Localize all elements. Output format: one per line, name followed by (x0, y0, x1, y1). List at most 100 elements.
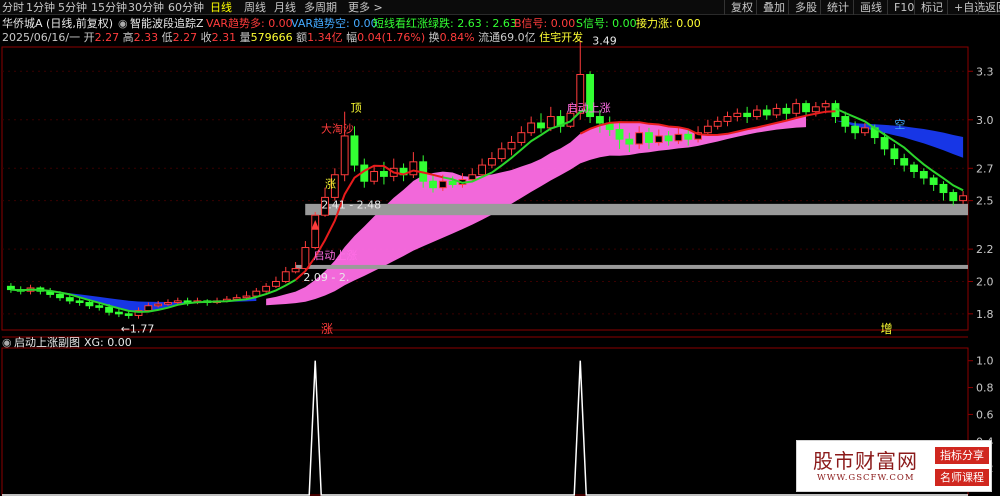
candle-body (438, 180, 447, 189)
candle-body (379, 171, 388, 177)
quote-low: 2.27 (172, 31, 198, 44)
watermark-tag-1: 指标分享 (935, 447, 989, 464)
annotation-start-up: 启动上涨 (313, 249, 357, 262)
candle-body (654, 135, 663, 143)
annotation-kong: 空 (894, 117, 905, 131)
red-green-label: 短线看红涨绿跌: 2.63 : 2.63 (373, 17, 517, 30)
quote-open: 2.27 (94, 31, 120, 44)
tab-3[interactable]: 5分钟 (58, 0, 87, 15)
candle-body (684, 133, 693, 140)
candle-body (429, 180, 437, 189)
watermark-logo: 股市财富网 WWW.GSCFW.COM 指标分享 名师课程 (796, 440, 992, 492)
dropdown-icon[interactable]: ◉ (118, 17, 128, 31)
tab-8[interactable]: 周线 (244, 0, 266, 15)
candle-body (919, 171, 928, 179)
tab-5[interactable]: 30分钟 (128, 0, 164, 15)
annotation-start-up-2: 启动上涨 (567, 102, 611, 115)
toolbar-button-9[interactable]: 返回 (978, 0, 1000, 15)
watermark-tag-2: 名师课程 (935, 469, 989, 486)
candle-body (281, 271, 290, 282)
quote-volume: 579666 (250, 31, 293, 44)
candle-body (645, 132, 653, 143)
tab-11[interactable]: 更多 > (348, 0, 383, 15)
tab-6[interactable]: 60分钟 (168, 0, 204, 15)
candle-body (65, 297, 74, 302)
tab-1[interactable]: 分时 (2, 0, 24, 15)
candle-body (910, 164, 918, 173)
kline-chart[interactable]: 1.8 2.0 2.2 2.5 2.7 3.0 3.3 3.49 ←1.77 2.41 - 2.4… (0, 15, 1000, 496)
candle-body (753, 109, 761, 118)
annotation-da-tao-sha: 大淘沙 (321, 122, 354, 136)
candle-body (497, 148, 506, 160)
x-marker-zhang: 涨 (321, 321, 333, 336)
toolbar-button-5[interactable]: 画线 (853, 0, 882, 15)
candle-body (703, 125, 712, 134)
candle-body (340, 135, 349, 176)
ytick-label: 2.0 (976, 275, 994, 288)
candle-body (625, 138, 634, 145)
var-up-label: VAR趋势空: 0.00 (291, 17, 378, 30)
candle-body (723, 116, 732, 122)
quote-date: 2025/06/16/一 (2, 31, 81, 44)
toolbar-button-2[interactable]: 叠加 (756, 0, 785, 15)
candle-body (85, 302, 94, 307)
candle-body (860, 127, 869, 134)
toolbar-button-7[interactable]: 标记 (914, 0, 943, 15)
relay-label: 接力涨: 0.00 (636, 17, 701, 30)
watermark-url: WWW.GSCFW.COM (817, 473, 915, 483)
candle-body (772, 107, 781, 116)
subchart-title[interactable]: 启动上涨副图 (14, 336, 80, 350)
stock-name: 华侨城A (日线,前复权) (2, 17, 114, 30)
ytick-label: 2.2 (976, 243, 994, 256)
candle-body (95, 305, 104, 308)
quote-change: 0.04(1.76%) (357, 31, 426, 44)
candle-body (811, 106, 820, 113)
ytick-label: 2.7 (976, 162, 994, 175)
ytick-label: 3.3 (976, 65, 994, 78)
candle-body (664, 135, 673, 142)
candle-body (527, 122, 536, 134)
candle-body (56, 293, 64, 299)
candle-body (733, 112, 742, 118)
ytick-label: 2.5 (976, 195, 994, 208)
tab-7[interactable]: 日线 (210, 0, 232, 15)
candle-body (713, 120, 722, 127)
candle-body (635, 132, 644, 145)
sub-ytick-label: 1.0 (976, 355, 994, 368)
annotation-low-value: ←1.77 (121, 323, 155, 336)
gray-range-band-lower (295, 264, 968, 269)
candle-body (674, 133, 683, 142)
quote-close: 2.31 (211, 31, 237, 44)
candle-body (114, 311, 123, 315)
candle-body (291, 268, 300, 273)
quote-turnover: 0.84% (439, 31, 475, 44)
candle-body (75, 300, 84, 304)
annotation-zhang: 涨 (325, 178, 336, 191)
toolbar-button-1[interactable]: 复权 (724, 0, 753, 15)
tab-10[interactable]: 多周期 (304, 0, 337, 15)
tab-2[interactable]: 1分钟 (26, 0, 55, 15)
candle-body (743, 112, 752, 118)
toolbar-button-3[interactable]: 多股 (788, 0, 817, 15)
candle-body (949, 192, 958, 202)
candle-body (272, 280, 280, 287)
annotation-range-upper: 2.41 - 2.48 (321, 198, 381, 211)
annotation-high-value: 3.49 (592, 35, 617, 48)
candle-body (154, 303, 163, 307)
subchart-icon[interactable]: ◉ (2, 336, 12, 350)
candle-body (409, 161, 418, 176)
candle-body (802, 103, 810, 113)
toolbar-button-4[interactable]: 统计 (820, 0, 849, 15)
tab-4[interactable]: 15分钟 (91, 0, 127, 15)
candle-body (487, 158, 496, 166)
gray-range-band-upper (305, 203, 968, 216)
candle-body (900, 158, 909, 166)
tab-9[interactable]: 月线 (274, 0, 296, 15)
ytick-label: 3.0 (976, 114, 994, 127)
toolbar-button-6[interactable]: F10 (887, 0, 914, 15)
candle-body (468, 174, 477, 181)
annotation-top: 顶 (351, 102, 362, 115)
indicator-name[interactable]: 智能波段追踪Z (130, 17, 204, 31)
candle-body (262, 285, 271, 292)
candle-body (301, 247, 310, 270)
